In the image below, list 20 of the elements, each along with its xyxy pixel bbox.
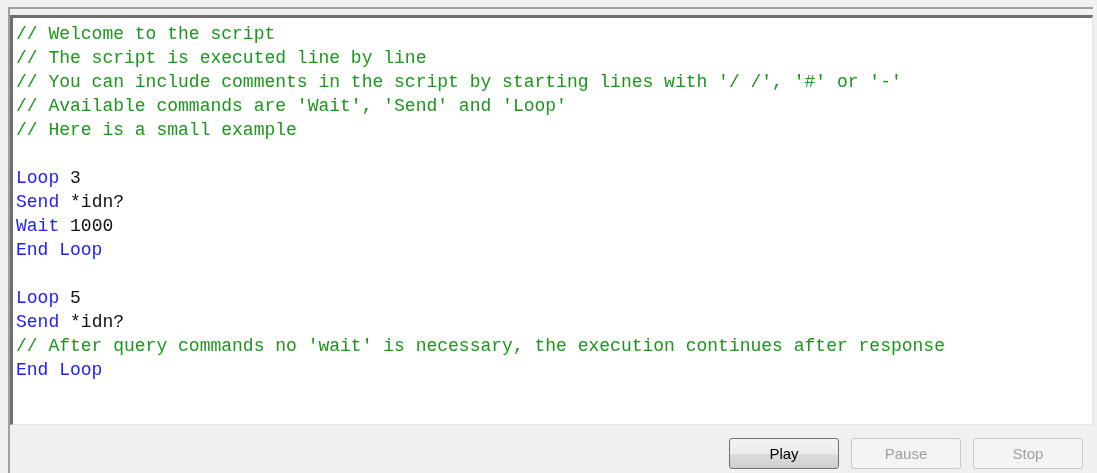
code-keyword: Send [16,192,60,212]
code-keyword: Loop [16,288,60,308]
code-comment: // The script is executed line by line [16,48,427,68]
code-comment: // Available commands are 'Wait', 'Send' and 'Loop' [16,96,567,116]
code-comment: // After query commands no 'wait' is necessary, the execution continues after response [16,336,945,356]
code-argument: 5 [70,288,81,308]
code-keyword: Wait [16,216,60,236]
code-keyword: End Loop [16,240,103,260]
code-comment: // Welcome to the script [16,24,276,44]
script-editor[interactable] [10,15,1093,425]
code-keyword: End Loop [16,360,103,380]
code-argument: *idn? [70,192,125,212]
code-keyword: Send [16,312,60,332]
code-comment: // You can include comments in the script by starting lines with '/ /', '#' or '-' [16,72,902,92]
code-comment: // Here is a small example [16,120,297,140]
toolbar-button[interactable]: Play [729,438,839,469]
code-argument: 3 [70,168,81,188]
code-keyword: Loop [16,168,60,188]
code-argument: *idn? [70,312,125,332]
code-argument: 1000 [70,216,114,236]
